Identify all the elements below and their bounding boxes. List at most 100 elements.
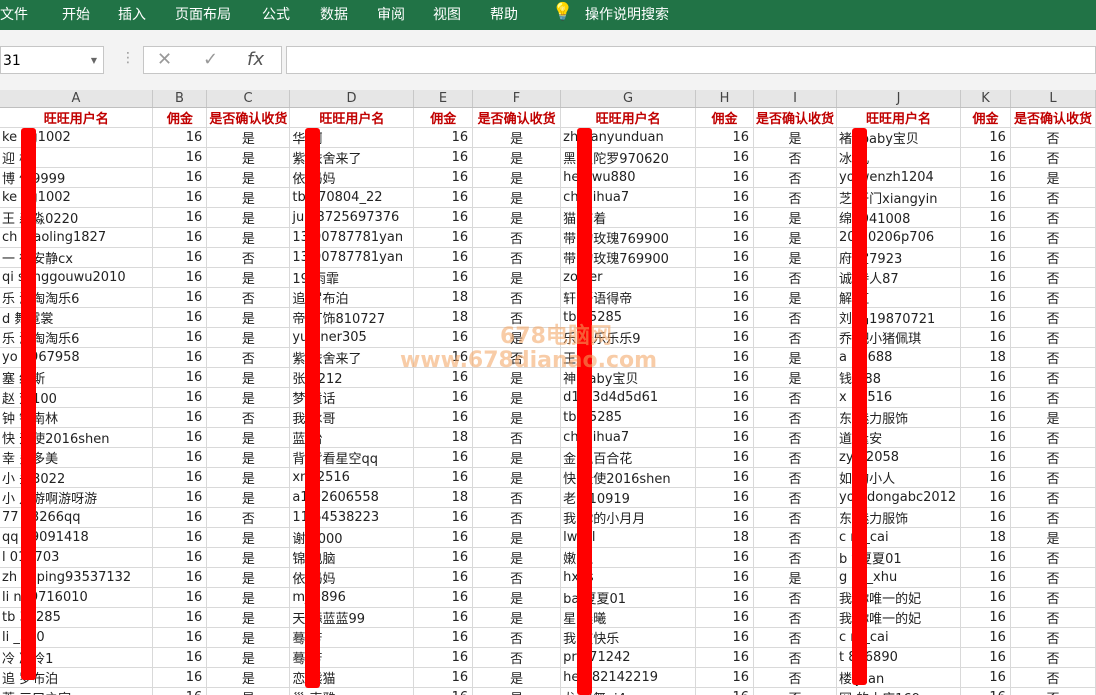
table-cell[interactable]: 16 — [152, 687, 208, 695]
table-cell[interactable]: 否 — [753, 427, 838, 448]
table-cell[interactable]: 否 — [206, 407, 291, 428]
table-cell[interactable]: 否 — [1010, 667, 1096, 688]
header-cell[interactable]: 佣金 — [152, 108, 208, 128]
table-cell[interactable]: 16 — [695, 327, 754, 348]
header-cell[interactable]: 旺旺用户名 — [560, 108, 697, 128]
tab-help[interactable]: 帮助 — [490, 4, 518, 24]
header-cell[interactable]: 佣金 — [960, 108, 1011, 128]
tab-insert[interactable]: 插入 — [118, 4, 146, 24]
table-cell[interactable]: 是 — [472, 687, 562, 695]
table-cell[interactable]: 否 — [206, 347, 291, 368]
table-cell[interactable]: 16 — [960, 147, 1011, 168]
table-cell[interactable]: 是 — [753, 367, 838, 388]
table-cell[interactable]: 是 — [206, 687, 291, 695]
table-cell[interactable]: 16 — [960, 287, 1011, 308]
table-cell[interactable]: 是 — [206, 647, 291, 668]
table-cell[interactable]: 16 — [960, 267, 1011, 288]
table-cell[interactable]: 16 — [695, 187, 754, 208]
table-cell[interactable]: 16 — [413, 527, 474, 548]
table-cell[interactable]: 是 — [1010, 407, 1096, 428]
table-cell[interactable]: 16 — [413, 407, 474, 428]
table-cell[interactable]: 是 — [472, 447, 562, 468]
table-cell[interactable]: 16 — [695, 207, 754, 228]
table-cell[interactable]: 否 — [1010, 567, 1096, 588]
table-cell[interactable]: 16 — [695, 407, 754, 428]
col-header-i[interactable]: I — [754, 90, 837, 107]
col-header-e[interactable]: E — [414, 90, 473, 107]
table-cell[interactable]: 蓉 三口之家 — [0, 687, 154, 695]
tab-home[interactable]: 开始 — [62, 4, 90, 24]
table-cell[interactable]: 16 — [695, 607, 754, 628]
col-header-a[interactable]: A — [0, 90, 153, 107]
table-cell[interactable]: 16 — [152, 227, 208, 248]
table-cell[interactable]: 16 — [960, 467, 1011, 488]
table-cell[interactable]: 16 — [960, 567, 1011, 588]
table-cell[interactable]: 16 — [152, 367, 208, 388]
table-cell[interactable]: 16 — [960, 407, 1011, 428]
table-cell[interactable]: 16 — [695, 667, 754, 688]
table-cell[interactable]: 是 — [206, 587, 291, 608]
table-cell[interactable]: 否 — [753, 447, 838, 468]
table-cell[interactable]: 否 — [753, 147, 838, 168]
table-cell[interactable]: 16 — [695, 127, 754, 148]
tab-file[interactable]: 文件 — [0, 4, 28, 24]
table-cell[interactable]: 是 — [472, 147, 562, 168]
table-cell[interactable]: 16 — [152, 567, 208, 588]
table-cell[interactable]: 16 — [695, 507, 754, 528]
chevron-down-icon[interactable]: ▼ — [91, 47, 97, 75]
col-header-d[interactable]: D — [290, 90, 414, 107]
table-cell[interactable]: 否 — [1010, 247, 1096, 268]
table-cell[interactable]: 18 — [413, 287, 474, 308]
table-cell[interactable]: 否 — [1010, 507, 1096, 528]
table-cell[interactable]: 否 — [1010, 127, 1096, 148]
table-cell[interactable]: 16 — [413, 187, 474, 208]
table-cell[interactable]: 16 — [960, 607, 1011, 628]
table-cell[interactable]: 16 — [413, 327, 474, 348]
table-cell[interactable]: 否 — [1010, 607, 1096, 628]
table-cell[interactable]: 16 — [413, 147, 474, 168]
header-cell[interactable]: 旺旺用户名 — [836, 108, 961, 128]
table-cell[interactable]: 16 — [413, 687, 474, 695]
col-header-g[interactable]: G — [561, 90, 696, 107]
col-header-b[interactable]: B — [153, 90, 207, 107]
table-cell[interactable]: 否 — [753, 467, 838, 488]
table-cell[interactable]: 16 — [960, 447, 1011, 468]
table-cell[interactable]: 是 — [472, 547, 562, 568]
table-cell[interactable]: 16 — [960, 247, 1011, 268]
table-cell[interactable]: 16 — [152, 647, 208, 668]
table-cell[interactable]: 16 — [695, 687, 754, 695]
table-cell[interactable]: 是 — [472, 407, 562, 428]
table-cell[interactable]: 是 — [753, 127, 838, 148]
table-cell[interactable]: 16 — [960, 167, 1011, 188]
table-cell[interactable]: 是 — [206, 527, 291, 548]
table-cell[interactable]: 否 — [1010, 687, 1096, 695]
table-cell[interactable]: 16 — [152, 427, 208, 448]
table-cell[interactable]: 16 — [960, 627, 1011, 648]
table-cell[interactable]: 16 — [413, 207, 474, 228]
table-cell[interactable]: 16 — [695, 467, 754, 488]
table-cell[interactable]: 16 — [152, 627, 208, 648]
table-cell[interactable]: 是 — [1010, 527, 1096, 548]
table-cell[interactable]: 是 — [206, 567, 291, 588]
table-cell[interactable]: 是 — [206, 127, 291, 148]
header-cell[interactable]: 是否确认收货 — [753, 108, 838, 128]
table-cell[interactable]: 是 — [206, 447, 291, 468]
table-cell[interactable]: 16 — [695, 487, 754, 508]
table-cell[interactable]: 否 — [1010, 347, 1096, 368]
tell-me-search[interactable]: 操作说明搜索 — [585, 4, 669, 24]
table-cell[interactable]: 16 — [413, 167, 474, 188]
table-cell[interactable]: 是 — [206, 427, 291, 448]
enter-icon[interactable]: ✓ — [203, 49, 218, 70]
table-cell[interactable]: 巢 索雅 — [289, 687, 415, 695]
table-cell[interactable]: 16 — [695, 427, 754, 448]
table-cell[interactable]: 18 — [960, 347, 1011, 368]
table-cell[interactable]: 否 — [1010, 447, 1096, 468]
header-cell[interactable]: 佣金 — [413, 108, 474, 128]
table-cell[interactable]: 是 — [206, 207, 291, 228]
table-cell[interactable]: 16 — [960, 667, 1011, 688]
table-cell[interactable]: 否 — [206, 247, 291, 268]
table-cell[interactable]: 16 — [960, 187, 1011, 208]
cancel-icon[interactable]: ✕ — [157, 49, 172, 70]
table-cell[interactable]: 16 — [413, 647, 474, 668]
table-cell[interactable]: 16 — [152, 267, 208, 288]
